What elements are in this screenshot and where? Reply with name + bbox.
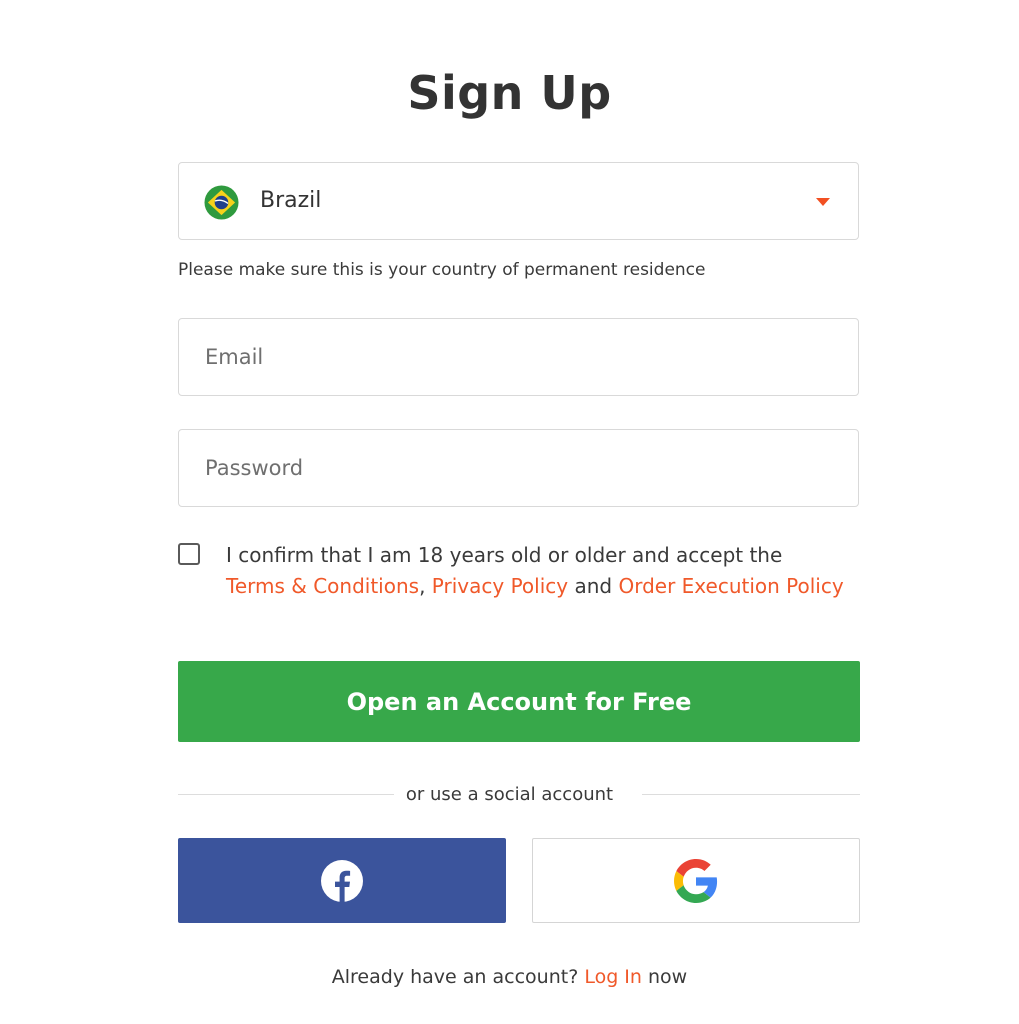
privacy-policy-link[interactable]: Privacy Policy <box>432 574 568 598</box>
google-login-button[interactable] <box>532 838 860 923</box>
order-execution-policy-link[interactable]: Order Execution Policy <box>618 574 843 598</box>
brazil-flag-icon <box>204 185 239 220</box>
login-link[interactable]: Log In <box>584 966 642 988</box>
consent-and: and <box>574 574 613 598</box>
age-consent-checkbox[interactable] <box>178 543 200 565</box>
login-prompt: Already have an account? Log In now <box>0 966 1019 988</box>
login-prompt-text: Already have an account? <box>331 966 579 988</box>
consent-text: I confirm that I am 18 years old or olde… <box>226 540 846 602</box>
login-suffix: now <box>648 966 688 988</box>
email-field-container <box>178 318 859 396</box>
page-title: Sign Up <box>407 66 612 120</box>
email-field[interactable] <box>179 319 858 395</box>
open-account-button[interactable]: Open an Account for Free <box>178 661 860 742</box>
social-divider-text: or use a social account <box>405 784 614 805</box>
country-hint: Please make sure this is your country of… <box>178 260 706 280</box>
caret-down-icon[interactable] <box>816 198 830 206</box>
consent-intro: I confirm that I am 18 years old or olde… <box>226 543 783 567</box>
password-field[interactable] <box>179 430 858 506</box>
divider-line-right <box>642 794 860 795</box>
facebook-icon <box>321 859 363 902</box>
facebook-login-button[interactable] <box>178 838 506 923</box>
country-select[interactable]: Brazil <box>178 162 859 240</box>
password-field-container <box>178 429 859 507</box>
signup-page: Sign Up Brazil Please make sure this is … <box>0 0 1019 1024</box>
google-icon <box>674 858 718 903</box>
terms-conditions-link[interactable]: Terms & Conditions <box>226 574 419 598</box>
country-selected-value: Brazil <box>260 188 322 213</box>
consent-separator: , <box>419 574 426 598</box>
